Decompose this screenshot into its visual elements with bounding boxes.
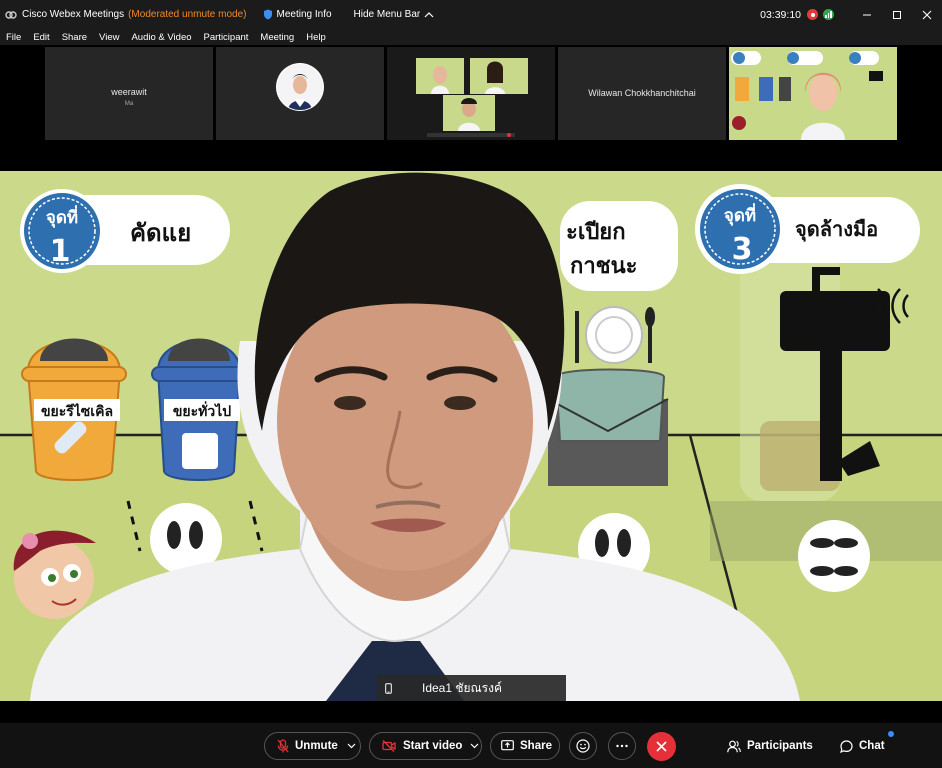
participant-thumbnail-strip: weerawit Ma Wilawan Chokkhanchitchai: [0, 45, 942, 171]
chat-icon: [840, 739, 853, 753]
reactions-button[interactable]: [569, 732, 597, 760]
phone-icon: [385, 682, 392, 694]
avatar: [276, 63, 324, 111]
close-icon: [656, 741, 667, 752]
chat-notification-badge: [888, 731, 894, 737]
chevron-up-icon: [424, 12, 434, 18]
microphone-muted-icon: [277, 739, 289, 753]
station1-title: คัดแย: [130, 219, 191, 247]
participants-label: Participants: [747, 740, 813, 752]
share-screen-icon: [501, 740, 514, 751]
start-video-label: Start video: [403, 740, 463, 752]
menu-help[interactable]: Help: [300, 32, 332, 43]
station1-label: จุดที่: [46, 205, 78, 228]
recycle-bin-label: ขยะรีไซเคิล: [41, 402, 113, 420]
unmute-label: Unmute: [295, 740, 338, 752]
more-icon: [616, 744, 628, 748]
speaker-name: Idea1 ชัยณรงค์: [422, 680, 503, 695]
more-options-button[interactable]: [608, 732, 636, 760]
station2-title-line1: ะเปียก: [566, 220, 626, 245]
participant-thumbnail[interactable]: [387, 47, 555, 140]
virtual-background: จุดที่ 1 คัดแย ะเปียก กาชนะ จุดที่ 3 จุด…: [0, 171, 942, 701]
chat-label: Chat: [859, 740, 885, 752]
participants-icon: [727, 740, 741, 752]
menu-view[interactable]: View: [93, 32, 125, 43]
general-bin-label: ขยะทั่วไป: [173, 401, 231, 420]
shared-video-grid: [387, 47, 555, 140]
menu-bar: File Edit Share View Audio & Video Parti…: [0, 29, 942, 45]
hide-menu-bar-button[interactable]: Hide Menu Bar: [354, 9, 435, 20]
share-label: Share: [520, 740, 552, 752]
network-signal-icon[interactable]: [823, 9, 834, 20]
meeting-timer: 03:39:10: [760, 8, 801, 21]
hide-menu-bar-label: Hide Menu Bar: [353, 9, 421, 20]
participant-thumbnail[interactable]: [729, 47, 897, 140]
station3-title: จุดล้างมือ: [795, 217, 878, 242]
menu-file[interactable]: File: [0, 32, 27, 43]
chevron-down-icon: [347, 743, 356, 749]
station3-number: 3: [732, 232, 753, 267]
menu-share[interactable]: Share: [56, 32, 93, 43]
speaker-name-tag: Idea1 ชัยณรงค์: [377, 675, 566, 701]
participant-video: [729, 47, 897, 140]
meeting-controls-toolbar: Unmute Start video Share Participants Ch…: [0, 723, 942, 768]
chevron-down-icon: [471, 743, 479, 749]
video-off-icon: [382, 740, 396, 752]
webex-logo-icon: [5, 9, 17, 21]
participant-thumbnail[interactable]: weerawit Ma: [45, 47, 213, 140]
menu-audio-video[interactable]: Audio & Video: [125, 32, 197, 43]
minimize-button[interactable]: [852, 0, 882, 29]
close-icon: [922, 10, 932, 19]
menu-participant[interactable]: Participant: [198, 32, 255, 43]
participant-thumbnail[interactable]: [216, 47, 384, 140]
participant-thumbnail[interactable]: Wilawan Chokkhanchitchai: [558, 47, 726, 140]
participant-name: weerawit: [111, 87, 147, 97]
smiley-icon: [576, 739, 590, 753]
menu-meeting[interactable]: Meeting: [254, 32, 300, 43]
app-title: Cisco Webex Meetings: [22, 9, 125, 20]
recording-icon[interactable]: [807, 9, 818, 20]
unmute-button[interactable]: Unmute: [264, 732, 361, 760]
participant-subtitle: Ma: [124, 101, 134, 107]
meeting-info-label: Meeting Info: [276, 9, 332, 20]
participants-button[interactable]: Participants: [727, 732, 813, 760]
shield-icon: [263, 9, 272, 20]
chat-button[interactable]: Chat: [840, 732, 885, 760]
maximize-button[interactable]: [882, 0, 912, 29]
maximize-icon: [893, 10, 901, 19]
active-speaker-video[interactable]: จุดที่ 1 คัดแย ะเปียก กาชนะ จุดที่ 3 จุด…: [0, 171, 942, 701]
menu-edit[interactable]: Edit: [27, 32, 55, 43]
title-bar: Cisco Webex Meetings (Moderated unmute m…: [0, 0, 942, 29]
participant-name: Wilawan Chokkhanchitchai: [588, 88, 696, 98]
station1-number: 1: [50, 234, 71, 269]
start-video-button[interactable]: Start video: [369, 732, 482, 760]
minimize-icon: [863, 14, 871, 15]
moderated-mode-label: (Moderated unmute mode): [128, 9, 247, 20]
station2-title-line2: กาชนะ: [570, 254, 637, 279]
close-window-button[interactable]: [912, 0, 942, 29]
meeting-info-button[interactable]: Meeting Info: [263, 9, 332, 20]
station3-label: จุดที่: [724, 203, 756, 226]
share-button[interactable]: Share: [490, 732, 560, 760]
leave-meeting-button[interactable]: [647, 732, 676, 761]
